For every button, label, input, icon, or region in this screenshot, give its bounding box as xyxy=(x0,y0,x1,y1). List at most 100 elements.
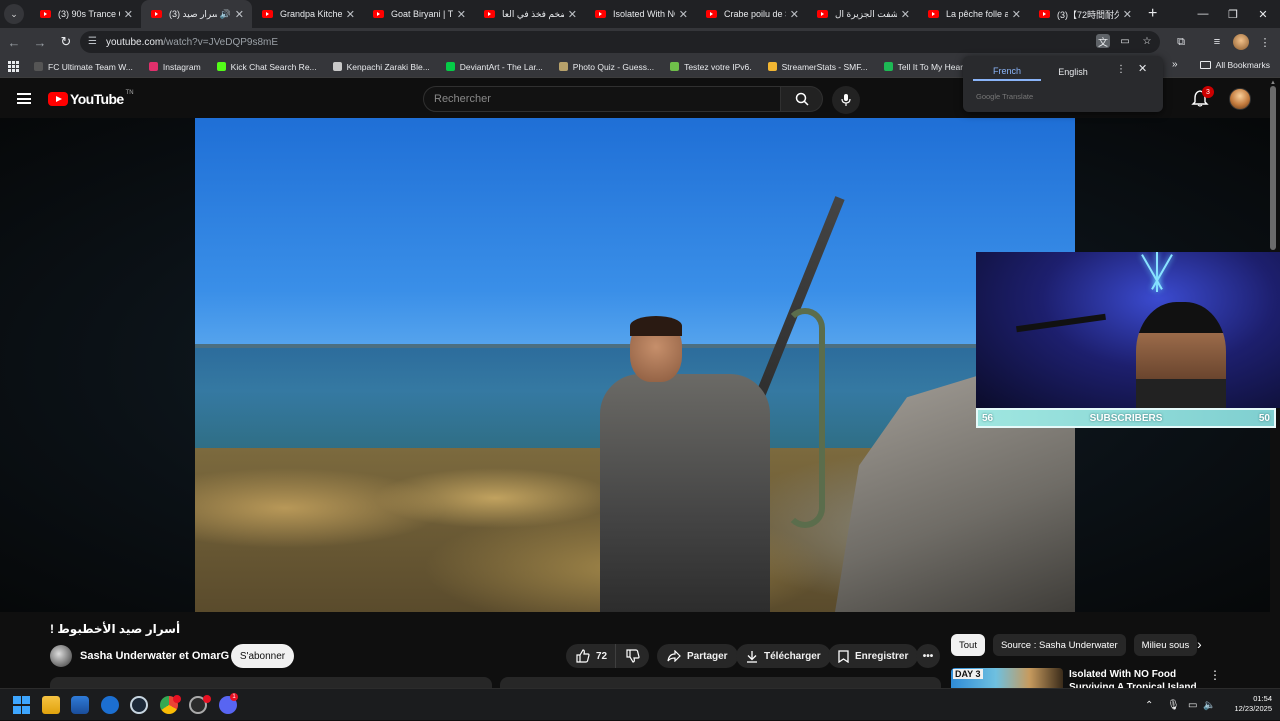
address-bar[interactable]: ☰ youtube.com/watch?v=JVeDQP9s8mE 文 ▭ ☆ xyxy=(80,31,1160,53)
browser-tab[interactable]: La pêche folle au ✕ xyxy=(918,0,1029,28)
search-input[interactable]: Rechercher xyxy=(423,86,781,112)
bookmark-item[interactable]: StreamerStats - SMF... xyxy=(767,62,868,72)
filter-chip[interactable]: Source : Sasha Underwater xyxy=(992,634,1126,656)
tray-display-icon[interactable]: ▭ xyxy=(1188,689,1197,721)
bookmark-favicon-icon xyxy=(34,62,43,71)
translate-options-icon[interactable]: ⋮ xyxy=(1116,64,1126,75)
file-explorer-icon[interactable] xyxy=(42,696,60,714)
logo-text: YouTube xyxy=(70,91,124,107)
recommendation-thumbnail[interactable]: DAY 3 xyxy=(951,668,1063,688)
tab-close-icon[interactable]: ✕ xyxy=(235,8,244,21)
folder-icon xyxy=(1199,61,1211,69)
apps-grid-icon[interactable] xyxy=(8,60,20,73)
outlook-icon[interactable] xyxy=(71,696,89,714)
filter-chip[interactable]: Tout xyxy=(951,634,985,656)
edge-icon[interactable] xyxy=(101,696,119,714)
tab-search-button[interactable]: ⌄ xyxy=(4,4,24,24)
channel-avatar[interactable] xyxy=(50,645,72,667)
forward-button[interactable]: → xyxy=(28,30,52,54)
extensions-icon[interactable]: ⧉ xyxy=(1170,30,1192,54)
more-bookmarks-icon[interactable]: » xyxy=(1172,59,1178,70)
back-button[interactable]: ← xyxy=(2,30,26,54)
close-window-button[interactable]: ✕ xyxy=(1248,0,1278,28)
taskbar-clock[interactable]: 01:54 12/23/2025 xyxy=(1218,694,1272,714)
reload-button[interactable]: ↻ xyxy=(54,30,78,54)
like-button[interactable]: 72 xyxy=(566,644,616,668)
tab-close-icon[interactable]: ✕ xyxy=(790,8,799,21)
tab-close-icon[interactable]: ✕ xyxy=(346,8,355,21)
streamer-person xyxy=(1136,302,1226,408)
bookmark-item[interactable]: Photo Quiz - Guess... xyxy=(558,62,654,72)
reading-list-icon[interactable]: ≡ xyxy=(1206,30,1228,54)
browser-tab[interactable]: أضخم فخذ في العا ✕ xyxy=(474,0,585,28)
comments-preview-box[interactable] xyxy=(500,677,941,688)
close-icon[interactable]: ✕ xyxy=(1138,62,1147,75)
video-player[interactable] xyxy=(195,118,1075,612)
channel-name[interactable]: Sasha Underwater et OmarG xyxy=(80,650,229,662)
more-actions-button[interactable]: ••• xyxy=(916,644,940,668)
bookmark-item[interactable]: Instagram xyxy=(148,62,201,72)
save-button[interactable]: Enregistrer xyxy=(828,644,919,668)
translate-icon[interactable]: 文 xyxy=(1096,34,1110,49)
translate-target-lang-tab[interactable]: English xyxy=(1043,63,1103,81)
tab-close-icon[interactable]: ✕ xyxy=(901,8,910,21)
page-scrollbar[interactable] xyxy=(1270,86,1276,250)
translate-source-lang-tab[interactable]: French xyxy=(973,63,1041,81)
bookmark-star-icon[interactable]: ☆ xyxy=(1140,34,1154,48)
microphone-arm xyxy=(1016,313,1106,333)
browser-tab[interactable]: اكتشفت الجزيرة ال ✕ xyxy=(807,0,918,28)
youtube-play-icon xyxy=(48,92,68,106)
browser-tab[interactable]: (3) 90s Trance Cla ✕ xyxy=(30,0,141,28)
browser-tab[interactable]: Grandpa Kitchen ✕ xyxy=(252,0,363,28)
more-vertical-icon[interactable]: ⋮ xyxy=(1209,668,1221,682)
filter-chip[interactable]: Milieu sous xyxy=(1133,634,1198,656)
like-dislike-group: 72 xyxy=(566,644,649,668)
audio-playing-icon[interactable]: 🔊 xyxy=(220,9,231,20)
youtube-logo[interactable]: YouTube TN xyxy=(48,90,134,107)
download-button[interactable]: Télécharger xyxy=(736,644,831,668)
tray-overflow-icon[interactable]: ⌃ xyxy=(1145,689,1153,721)
cast-icon[interactable]: ▭ xyxy=(1118,34,1132,48)
bookmark-item[interactable]: Testez votre IPv6. xyxy=(670,62,752,72)
account-avatar[interactable] xyxy=(1229,88,1251,110)
steam-icon[interactable] xyxy=(130,696,148,714)
profile-avatar[interactable] xyxy=(1230,30,1252,54)
bookmark-item[interactable]: Kenpachi Zaraki Ble... xyxy=(332,62,430,72)
tab-close-icon[interactable]: ✕ xyxy=(124,8,133,21)
search-button[interactable] xyxy=(781,86,823,112)
bookmark-item[interactable]: Kick Chat Search Re... xyxy=(216,62,317,72)
video-title: أسرار صيد الأخطبوط ! xyxy=(50,622,181,636)
windows-start-icon[interactable] xyxy=(13,696,31,714)
share-button[interactable]: Partager xyxy=(657,644,738,668)
tab-close-icon[interactable]: ✕ xyxy=(568,8,577,21)
browser-menu-icon[interactable]: ⋮ xyxy=(1254,30,1276,54)
tray-mic-icon[interactable]: 🎙 xyxy=(1167,689,1180,721)
tab-close-icon[interactable]: ✕ xyxy=(1123,8,1132,21)
site-info-icon[interactable]: ☰ xyxy=(88,36,100,48)
hamburger-menu-icon[interactable] xyxy=(17,93,31,104)
browser-tab[interactable]: Isolated With NO ✕ xyxy=(585,0,696,28)
description-box[interactable] xyxy=(50,677,492,688)
dislike-button[interactable] xyxy=(616,644,649,668)
all-bookmarks-button[interactable]: All Bookmarks xyxy=(1199,60,1270,70)
youtube-favicon-icon xyxy=(817,10,828,18)
minimize-button[interactable]: — xyxy=(1188,0,1218,28)
browser-tab[interactable]: Goat Biryani | Trac ✕ xyxy=(363,0,474,28)
tab-close-icon[interactable]: ✕ xyxy=(1012,8,1021,21)
bookmark-favicon-icon xyxy=(216,62,226,71)
voice-search-button[interactable] xyxy=(832,86,860,114)
new-tab-button[interactable]: + xyxy=(1148,5,1157,23)
maximize-button[interactable]: ❐ xyxy=(1218,0,1248,28)
bookmark-item[interactable]: DeviantArt - The Lar... xyxy=(445,62,543,72)
tab-close-icon[interactable]: ✕ xyxy=(457,8,466,21)
youtube-favicon-icon xyxy=(595,10,606,18)
recommendation-title[interactable]: Isolated With NO Food Surviving A Tropic… xyxy=(1069,668,1209,688)
tray-volume-icon[interactable]: 🔈 xyxy=(1203,689,1215,721)
subscribe-button[interactable]: S'abonner xyxy=(231,644,294,668)
bookmark-item[interactable]: FC Ultimate Team W... xyxy=(34,62,133,72)
browser-tab[interactable]: (3)【72時間耐久】 ✕ xyxy=(1029,0,1140,28)
browser-tab[interactable]: Crabe poilu de Sa ✕ xyxy=(696,0,807,28)
tab-close-icon[interactable]: ✕ xyxy=(679,8,688,21)
chevron-right-icon[interactable]: › xyxy=(1197,636,1202,652)
browser-tab[interactable]: (3) أسرار صيد🔊 ✕ xyxy=(141,0,252,28)
